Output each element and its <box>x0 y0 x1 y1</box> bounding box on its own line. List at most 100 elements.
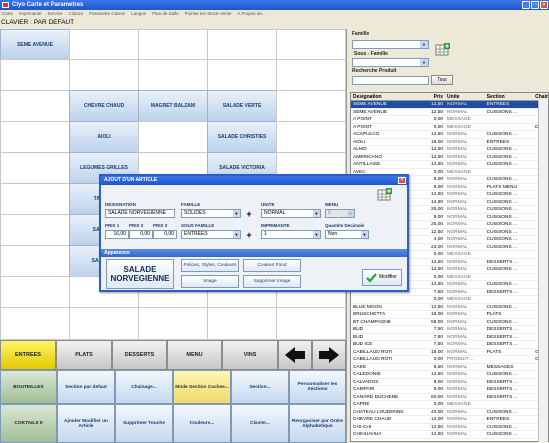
table-row[interactable]: A POINT0,00MESSAGEDESSI <box>351 124 548 131</box>
key-empty[interactable] <box>207 59 277 91</box>
section-button[interactable]: Section... <box>231 370 289 404</box>
table-row[interactable]: CHI-CHI 12,50 NORMAL CUISSONS ... <box>351 424 548 431</box>
arrow-left-icon[interactable] <box>278 340 312 370</box>
imprimante-select[interactable]: 1 ▼ <box>261 230 321 239</box>
chevron-down-icon[interactable]: ▼ <box>420 59 428 66</box>
key-empty[interactable] <box>0 152 70 184</box>
category-vins[interactable]: VINS <box>222 340 278 370</box>
modifier-button[interactable]: Modifier <box>362 269 402 286</box>
chevron-down-icon[interactable]: ▼ <box>233 231 240 238</box>
key-empty[interactable] <box>0 276 70 308</box>
menu-item-imprimante[interactable]: Imprimante <box>19 10 42 18</box>
image-button[interactable]: Image <box>181 275 239 288</box>
category-coktails[interactable]: COKTAILS II <box>0 404 57 443</box>
col-unite[interactable]: Unite <box>445 93 485 100</box>
chevron-down-icon[interactable]: ▼ <box>313 210 320 217</box>
key-magret-balzam[interactable]: MAGRET BALZAM <box>138 90 208 122</box>
ajouter-modifier-article-button[interactable]: Ajouter Modifier un Article <box>57 404 115 443</box>
add-famille-icon[interactable]: + <box>245 210 253 219</box>
table-row[interactable]: CANARD DUCHENE 60,00 NORMAL DESSERTS ... <box>351 394 548 401</box>
table-row[interactable]: SEME AVENUE 12,50 NORMAL CUISSONS ... <box>351 109 548 116</box>
prix1-input[interactable]: 16,00 <box>105 230 129 239</box>
key-aioli[interactable]: AIOLI <box>69 121 139 153</box>
chevron-down-icon[interactable]: ▼ <box>233 210 240 217</box>
key-salade-christies[interactable]: SALADE CHRISTIES <box>207 121 277 153</box>
table-row[interactable]: CHATEAU LOUDENNE 40,00 NORMAL CUISSONS ... <box>351 409 548 416</box>
chevron-down-icon[interactable]: ▼ <box>313 231 320 238</box>
menu-item-stock-vente[interactable]: Pointer les Stock-Vente <box>185 10 232 18</box>
couleur-fond-button[interactable]: Couleur Fond <box>243 259 301 272</box>
key-empty[interactable] <box>69 29 139 60</box>
table-row[interactable]: CHIHUAHUA 12,50 NORMAL CUISSONS ... <box>351 431 548 439</box>
table-row[interactable]: BUD 7,50 NORMAL DESSERTS ... <box>351 326 548 334</box>
key-empty[interactable] <box>0 59 70 91</box>
table-row[interactable]: 0,00 MESSAGE <box>351 296 548 304</box>
table-row[interactable]: BLUE MOON 12,50 NORMAL CUISSONS ... <box>351 304 548 311</box>
famille-select[interactable]: SOLIDES ▼ <box>181 209 241 218</box>
menu-item-a-propos[interactable]: A Propos de... <box>237 10 265 18</box>
menu-item-cloture[interactable]: Cloture <box>69 10 84 18</box>
key-empty[interactable] <box>0 90 70 122</box>
grid-add-icon[interactable] <box>435 43 451 57</box>
menu-item-parametre-caisse[interactable]: Parametre Caisse <box>89 10 125 18</box>
table-row[interactable]: BUD ICE 7,50 NORMAL DESSERTS ... <box>351 341 548 349</box>
close-icon[interactable]: × <box>540 1 548 9</box>
table-row[interactable]: A POINT 0,00 MESSAGE <box>351 116 548 124</box>
grid-add-icon[interactable] <box>377 188 393 202</box>
supprimer-image-button[interactable]: Supprimer Image <box>243 275 301 288</box>
section-par-defaut-button[interactable]: Section par defaut <box>57 370 115 404</box>
maximize-icon[interactable]: □ <box>531 1 539 9</box>
key-empty[interactable] <box>276 307 346 340</box>
key-empty[interactable] <box>0 214 70 246</box>
key-empty[interactable] <box>69 307 139 340</box>
chainage-button[interactable]: Chainage... <box>115 370 173 404</box>
table-row[interactable]: CALEDONIE 12,50 NORMAL CUISSONS ... <box>351 371 548 379</box>
table-scrollbar[interactable] <box>538 100 548 442</box>
couleurs-button[interactable]: Couleurs... <box>173 404 231 443</box>
category-plats[interactable]: PLATS <box>56 340 112 370</box>
table-row[interactable]: CHEVRE CHAUD 12,00 NORMAL ENTREES <box>351 416 548 424</box>
key-empty[interactable] <box>0 121 70 153</box>
table-row[interactable]: SEME AVENUE 12,50 NORMAL ENTREES <box>351 101 548 109</box>
chevron-down-icon[interactable]: ▼ <box>420 41 428 48</box>
key-empty[interactable] <box>138 121 208 153</box>
key-empty[interactable] <box>69 59 139 91</box>
mode-section-cachee-button[interactable]: Mode Section Cachee... <box>173 370 231 404</box>
recherche-input[interactable] <box>352 76 429 85</box>
col-chain[interactable]: Chain <box>534 93 548 100</box>
table-row[interactable]: CALVADOS 9,00 NORMAL DESSERTS ... <box>351 379 548 386</box>
col-designation[interactable]: Designation <box>351 93 426 100</box>
menu-item-service[interactable]: Service <box>48 10 63 18</box>
table-row[interactable]: ACAPULCO 12,50 NORMAL CUISSONS ... <box>351 131 548 139</box>
table-row[interactable]: CABILLAUD ROTI18,00NORMALPLATSGARN <box>351 349 548 356</box>
key-salade-verte[interactable]: SALADE VERTE <box>207 90 277 122</box>
key-empty[interactable] <box>138 307 208 340</box>
col-section[interactable]: Section <box>485 93 535 100</box>
table-row[interactable]: CAPRE 0,00 MESSAGE <box>351 401 548 409</box>
table-row[interactable]: BRUSCHETTA 18,00 NORMAL PLATS <box>351 311 548 319</box>
col-prix[interactable]: Prix <box>426 93 445 100</box>
table-row[interactable]: BUD 7,50 NORMAL DESSERTS ... <box>351 334 548 341</box>
arrow-right-icon[interactable] <box>312 340 346 370</box>
supprimer-touche-button[interactable]: Supprimer Touche <box>115 404 173 443</box>
menu-item-plan-de-salle[interactable]: Plan de Salle <box>152 10 179 18</box>
key-empty[interactable] <box>0 245 70 277</box>
personnaliser-sections-button[interactable]: Personnaliser les Sections <box>289 370 346 404</box>
key-empty[interactable] <box>276 29 346 60</box>
designation-input[interactable]: SALADE NORVEGIENNE <box>105 209 175 218</box>
table-row[interactable]: CAKE 6,50 NORMAL MESSAGES <box>351 364 548 371</box>
key-empty[interactable] <box>276 90 346 122</box>
table-row[interactable]: AIOLI 18,00 NORMAL ENTREES <box>351 139 548 146</box>
menu-select[interactable]: 0 ▼ <box>325 209 355 218</box>
reorganiser-alphabetique-button[interactable]: Reorganiser par Ordre Alphabetique <box>289 404 346 443</box>
polices-styles-couleurs-button[interactable]: Polices, Styles, Couleurs <box>181 259 239 272</box>
minimize-icon[interactable]: _ <box>522 1 530 9</box>
table-row[interactable]: CABILLAUD ROTI0,00PRODUIT ...GARN <box>351 356 548 364</box>
menu-item-langue[interactable]: Langue <box>131 10 146 18</box>
table-row[interactable]: CAMPARI 9,00 NORMAL DESSERTS ... <box>351 386 548 394</box>
clavier-button[interactable]: Clavier... <box>231 404 289 443</box>
table-row[interactable]: BT CHAMPAGNE 58,00 NORMAL CUISSONS ... <box>351 319 548 326</box>
menu-item-carte[interactable]: Carte <box>2 10 13 18</box>
tout-button[interactable]: Tout <box>431 75 453 85</box>
key-empty[interactable] <box>207 307 277 340</box>
